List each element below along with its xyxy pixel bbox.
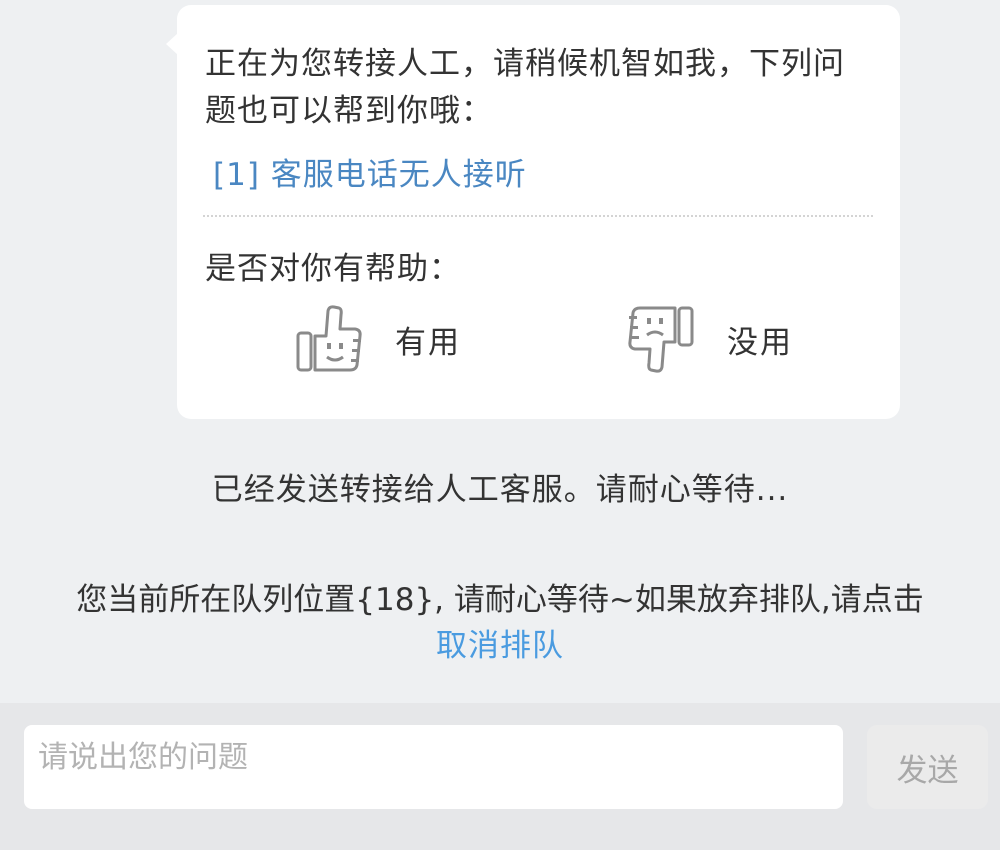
dotted-divider [203, 215, 873, 217]
thumbs-down-icon [627, 303, 695, 375]
bubble-tail [166, 33, 178, 55]
queue-position-message: 您当前所在队列位置{18}, 请耐心等待~如果放弃排队,请点击 取消排队 [40, 577, 960, 669]
input-bar: 发送 [0, 703, 1000, 850]
thumbs-up-icon [295, 303, 363, 375]
cancel-queue-link[interactable]: 取消排队 [436, 623, 564, 669]
useless-label: 没用 [727, 324, 793, 361]
useless-feedback-button[interactable]: 没用 [627, 303, 793, 375]
helpful-question: 是否对你有帮助： [205, 251, 461, 287]
faq-link-item[interactable]: [1] 客服电话无人接听 [213, 151, 527, 199]
useful-label: 有用 [395, 324, 461, 361]
bot-message-bubble: 正在为您转接人工，请稍候机智如我，下列问题也可以帮到你哦： [1] 客服电话无人… [166, 5, 900, 419]
chat-area: 正在为您转接人工，请稍候机智如我，下列问题也可以帮到你哦： [1] 客服电话无人… [0, 0, 1000, 703]
transfer-status-message: 已经发送转接给人工客服。请耐心等待... [211, 472, 789, 508]
bot-message-text: 正在为您转接人工，请稍候机智如我，下列问题也可以帮到你哦： [205, 46, 845, 129]
useful-feedback-button[interactable]: 有用 [295, 303, 461, 375]
message-input[interactable] [24, 725, 843, 809]
send-button[interactable]: 发送 [867, 725, 988, 809]
queue-message-text: 您当前所在队列位置{18}, 请耐心等待~如果放弃排队,请点击 [76, 582, 924, 618]
